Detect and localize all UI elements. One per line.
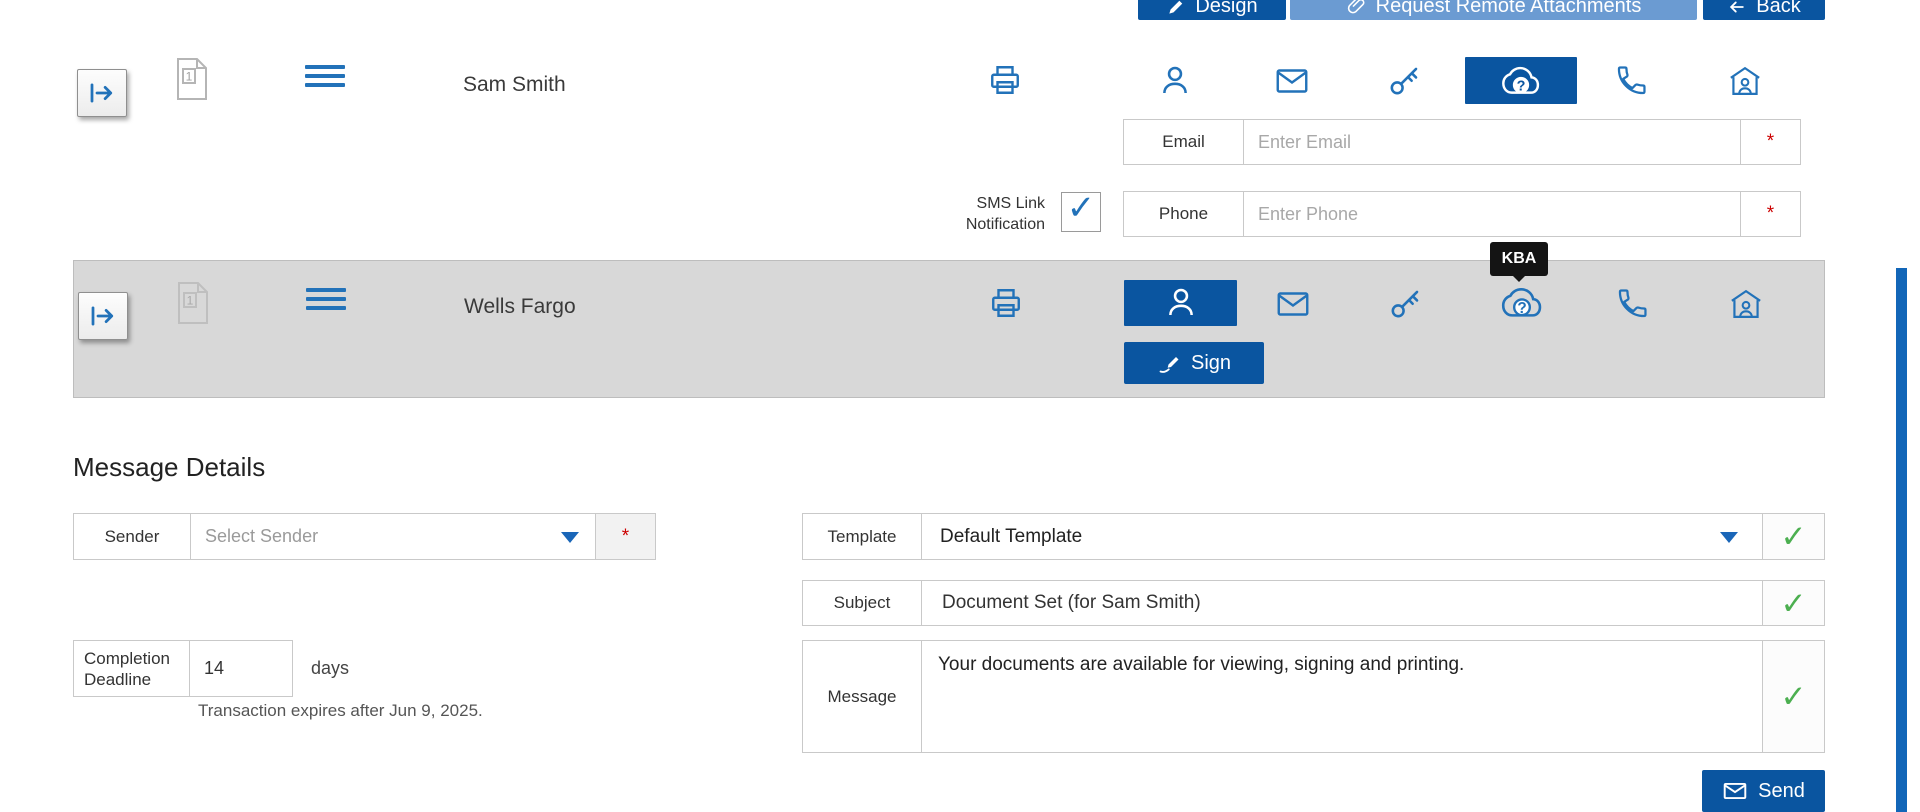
valid-check-icon: ✓ (1781, 681, 1807, 712)
email-input[interactable] (1244, 120, 1740, 164)
sender-select[interactable]: Select Sender (191, 514, 595, 559)
template-selected-value: Default Template (922, 526, 1082, 548)
expiry-note: Transaction expires after Jun 9, 2025. (198, 701, 483, 721)
sms-key-icon[interactable] (1385, 62, 1423, 100)
sign-button[interactable]: Sign (1124, 342, 1264, 384)
send-envelope-icon (1722, 778, 1748, 804)
sms-key-icon[interactable] (1386, 285, 1424, 323)
sign-button-label: Sign (1191, 352, 1231, 375)
recipient-name: Sam Smith (463, 73, 566, 97)
document-icon: 1 (177, 281, 209, 325)
signing-order-button[interactable] (77, 69, 127, 117)
design-button[interactable]: Design (1138, 0, 1286, 20)
template-field-label: Template (803, 514, 922, 559)
dropdown-arrow-icon (561, 532, 579, 543)
document-icon: 1 (176, 57, 208, 101)
email-field: Email * (1123, 119, 1801, 165)
sms-notification-checkbox[interactable]: ✓ (1061, 192, 1101, 232)
send-button-label: Send (1758, 780, 1805, 803)
template-field: Template Default Template ✓ (802, 513, 1825, 560)
signing-order-button[interactable] (78, 292, 128, 340)
checkbox-check-icon: ✓ (1067, 191, 1096, 225)
design-pencil-icon (1166, 0, 1186, 17)
message-valid-cell: ✓ (1762, 641, 1824, 752)
recipient-row-wells-fargo: 1 Wells Fargo KBA ? (73, 260, 1825, 398)
required-marker: * (1740, 120, 1800, 164)
signing-order-icon (87, 78, 117, 108)
template-select[interactable]: Default Template (922, 514, 1762, 559)
sms-link-notification-label: SMS Link Notification (933, 193, 1045, 235)
subject-input[interactable] (922, 581, 1762, 625)
scrollbar-thumb[interactable] (1896, 268, 1907, 812)
kba-tooltip: KBA (1490, 242, 1548, 276)
completion-deadline-field: Completion Deadline days (73, 640, 349, 697)
recipient-row-sam-smith: 1 Sam Smith ? (73, 37, 1825, 251)
required-marker: * (1740, 192, 1800, 236)
message-field: Message Your documents are available for… (802, 640, 1825, 753)
phone-field-label: Phone (1124, 192, 1244, 236)
design-button-label: Design (1195, 0, 1257, 18)
back-button-label: Back (1756, 0, 1800, 18)
message-textarea[interactable]: Your documents are available for viewing… (922, 641, 1762, 752)
transaction-page: Design Request Remote Attachments Back 1… (0, 0, 1920, 812)
document-count-badge: 1 (187, 294, 194, 308)
email-delivery-icon[interactable] (1274, 285, 1312, 323)
back-button[interactable]: Back (1703, 0, 1825, 20)
message-field-label: Message (803, 641, 922, 752)
subject-field-label: Subject (803, 581, 922, 625)
completion-deadline-unit: days (311, 658, 349, 679)
in-person-signing-icon[interactable] (1156, 62, 1194, 100)
signing-order-icon (88, 301, 118, 331)
in-branch-icon[interactable] (1727, 285, 1765, 323)
in-person-signing-icon-selected[interactable] (1124, 280, 1237, 326)
kba-cloud-icon[interactable]: ? (1501, 283, 1543, 323)
valid-check-icon: ✓ (1781, 521, 1807, 552)
email-delivery-icon[interactable] (1273, 62, 1311, 100)
in-branch-icon[interactable] (1726, 62, 1764, 100)
subject-field: Subject ✓ (802, 580, 1825, 626)
dropdown-arrow-icon (1720, 532, 1738, 543)
phone-field: Phone * (1123, 191, 1801, 237)
message-details-title: Message Details (73, 452, 265, 483)
template-valid-cell: ✓ (1762, 514, 1824, 559)
paperclip-icon (1346, 0, 1367, 17)
document-count-badge: 1 (186, 70, 193, 84)
email-field-label: Email (1124, 120, 1244, 164)
drag-handle-icon[interactable] (306, 288, 346, 315)
drag-handle-icon[interactable] (305, 65, 345, 92)
sender-placeholder: Select Sender (191, 526, 318, 547)
sign-pen-icon (1157, 351, 1181, 375)
back-arrow-icon (1727, 0, 1747, 17)
request-remote-attachments-label: Request Remote Attachments (1376, 0, 1642, 18)
request-remote-attachments-button[interactable]: Request Remote Attachments (1290, 0, 1697, 20)
completion-deadline-label: Completion Deadline (73, 640, 190, 697)
recipient-name: Wells Fargo (464, 295, 576, 319)
sender-field-label: Sender (74, 514, 191, 559)
kba-question-glyph: ? (1517, 300, 1526, 317)
printer-icon[interactable] (985, 60, 1025, 100)
kba-icon-selected[interactable]: ? (1465, 57, 1577, 104)
phone-delivery-icon[interactable] (1612, 62, 1650, 100)
completion-deadline-input[interactable] (189, 640, 293, 697)
phone-input[interactable] (1244, 192, 1740, 236)
kba-question-glyph: ? (1517, 78, 1526, 94)
send-button[interactable]: Send (1702, 770, 1825, 812)
printer-icon[interactable] (986, 283, 1026, 323)
required-marker: * (595, 514, 655, 559)
sender-field: Sender Select Sender * (73, 513, 656, 560)
phone-delivery-icon[interactable] (1613, 285, 1651, 323)
subject-valid-cell: ✓ (1762, 581, 1824, 625)
valid-check-icon: ✓ (1781, 588, 1807, 619)
